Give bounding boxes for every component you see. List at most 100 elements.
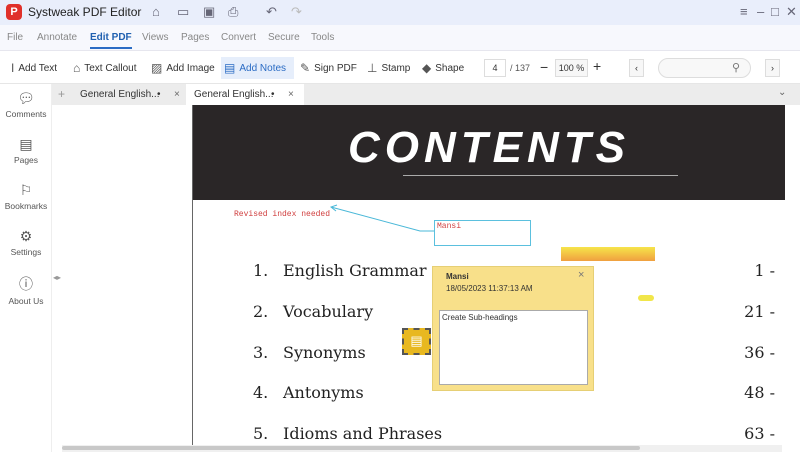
save-icon[interactable]: ▣ (203, 4, 215, 20)
add-text-button[interactable]: I Add Text (8, 57, 60, 79)
app-title: Systweak PDF Editor (28, 5, 142, 19)
chevron-down-icon[interactable]: ⌄ (778, 87, 786, 98)
thumbnail-image (638, 295, 654, 301)
comments-icon: 💬︎ (17, 90, 35, 106)
menu-edit-pdf[interactable]: Edit PDF (90, 32, 132, 49)
undo-icon[interactable]: ↶ (266, 4, 277, 20)
add-image-button[interactable]: ▨ Add Image (148, 57, 218, 79)
tab-label: General English... (194, 89, 274, 100)
callout-icon: ⌂ (73, 61, 81, 75)
add-text-label: Add Text (18, 62, 58, 74)
menu-annotate[interactable]: Annotate (37, 32, 77, 43)
sidebar-label: About Us (8, 296, 44, 306)
menu-convert[interactable]: Convert (221, 32, 256, 43)
page-total: / 137 (510, 63, 531, 73)
zoom-in-icon[interactable]: + (593, 58, 601, 74)
gear-icon: ⚙ (19, 228, 33, 244)
close-icon[interactable]: ✕ (786, 4, 797, 20)
horizontal-scrollbar[interactable] (62, 445, 782, 452)
toc-page-number: 48 - (744, 383, 775, 402)
next-button[interactable]: › (765, 59, 780, 77)
stamp-icon: ⊥ (367, 61, 378, 75)
sidebar-label: Bookmarks (4, 201, 48, 211)
note-author: Mansi (446, 272, 469, 281)
menu-pages[interactable]: Pages (181, 32, 209, 43)
app-logo: P (6, 4, 22, 20)
unsaved-dot: • (157, 89, 161, 100)
shape-icon: ◆ (422, 61, 432, 75)
note-timestamp: 18/05/2023 11:37:13 AM (446, 284, 533, 293)
sidebar-item-bookmarks[interactable]: ⚐ Bookmarks (0, 182, 52, 211)
tab-document-1[interactable]: General English... • × (72, 84, 190, 105)
close-note-icon[interactable]: × (578, 269, 584, 281)
sidebar-item-comments[interactable]: 💬︎ Comments (0, 90, 52, 119)
shape-label: Shape (435, 62, 465, 74)
toc-page-number: 36 - (744, 343, 775, 362)
close-tab-icon[interactable]: × (288, 84, 294, 105)
add-notes-label: Add Notes (239, 62, 287, 74)
tab-document-2[interactable]: General English... • × (186, 84, 304, 105)
unsaved-dot: • (271, 89, 275, 100)
sidebar-label: Settings (10, 247, 42, 257)
menu-file[interactable]: File (7, 32, 23, 43)
sidebar-item-about[interactable]: ⓘ About Us (0, 274, 52, 306)
toc-page-number: 21 - (744, 302, 775, 321)
text-cursor-icon: I (11, 61, 15, 75)
panel-resize-handle[interactable]: ◂▸ (53, 273, 61, 282)
image-icon: ▨ (151, 61, 163, 75)
sidebar-item-settings[interactable]: ⚙ Settings (0, 228, 52, 257)
sign-icon: ✎ (300, 61, 311, 75)
scrollbar-thumb[interactable] (62, 446, 640, 450)
page-number-input[interactable]: 4 (484, 59, 506, 77)
search-icon: ⚲ (731, 62, 740, 74)
sign-pdf-label: Sign PDF (314, 62, 357, 74)
stamp-label: Stamp (381, 62, 411, 74)
shape-button[interactable]: ◆ Shape (419, 57, 467, 79)
sidebar-label: Pages (13, 155, 39, 165)
sticky-note-icon[interactable]: ▤ (402, 328, 431, 355)
new-tab-button[interactable]: + (58, 87, 65, 101)
menu-views[interactable]: Views (142, 32, 169, 43)
text-callout-box[interactable]: Mansi (434, 220, 531, 246)
toolbar: I Add Text ⌂ Text Callout ▨ Add Image ▤ Add … (0, 52, 800, 84)
close-tab-icon[interactable]: × (174, 84, 180, 105)
menu-tools[interactable]: Tools (311, 32, 334, 43)
tab-label: General English... (80, 89, 160, 100)
tab-bar: + General English... • × General English.… (52, 84, 800, 105)
toc-item: 2. Vocabulary (253, 302, 374, 321)
bookmark-icon: ⚐ (19, 182, 33, 198)
toc-page-number: 1 - (754, 261, 775, 280)
text-callout-button[interactable]: ⌂ Text Callout (70, 57, 140, 79)
folder-icon[interactable]: ▭ (177, 4, 189, 20)
sidebar-item-pages[interactable]: ▤ Pages (0, 136, 52, 165)
sidebar: 💬︎ Comments ▤ Pages ⚐ Bookmarks ⚙ Settings ⓘ… (0, 84, 52, 452)
home-icon[interactable]: ⌂ (152, 4, 160, 19)
title-bar: P Systweak PDF Editor ⌂ ▭ ▣ ⎙ ↶ ↷ ≡ – □ … (0, 0, 800, 25)
redo-icon[interactable]: ↷ (291, 4, 302, 20)
stamp-button[interactable]: ⊥ Stamp (364, 57, 413, 79)
toc-item: 4. Antonyms (253, 383, 364, 402)
add-notes-button[interactable]: ▤ Add Notes (221, 57, 294, 79)
prev-button[interactable]: ‹ (629, 59, 644, 77)
search-input[interactable]: ⚲ (658, 58, 751, 78)
zoom-input[interactable]: 100 % (555, 59, 588, 77)
zoom-out-icon[interactable]: − (540, 59, 548, 75)
menu-icon[interactable]: ≡ (740, 4, 748, 19)
menu-bar: File Annotate Edit PDF Views Pages Conve… (0, 25, 800, 51)
pages-icon: ▤ (19, 136, 33, 152)
print-icon[interactable]: ⎙ (228, 4, 238, 20)
note-popup: Mansi 18/05/2023 11:37:13 AM × Create Su… (432, 266, 594, 391)
toc-item: 3. Synonyms (253, 343, 366, 362)
menu-secure[interactable]: Secure (268, 32, 300, 43)
note-icon: ▤ (224, 61, 236, 75)
maximize-icon[interactable]: □ (771, 4, 779, 19)
sidebar-label: Comments (5, 109, 47, 119)
text-callout-label: Text Callout (84, 62, 137, 74)
note-textarea[interactable]: Create Sub-headings (439, 310, 588, 385)
add-image-label: Add Image (166, 62, 215, 74)
thumbnail-image (561, 247, 655, 261)
minimize-icon[interactable]: – (757, 4, 764, 19)
thumbnail-panel (62, 105, 193, 445)
toc-item: 5. Idioms and Phrases (253, 424, 443, 443)
sign-pdf-button[interactable]: ✎ Sign PDF (297, 57, 360, 79)
